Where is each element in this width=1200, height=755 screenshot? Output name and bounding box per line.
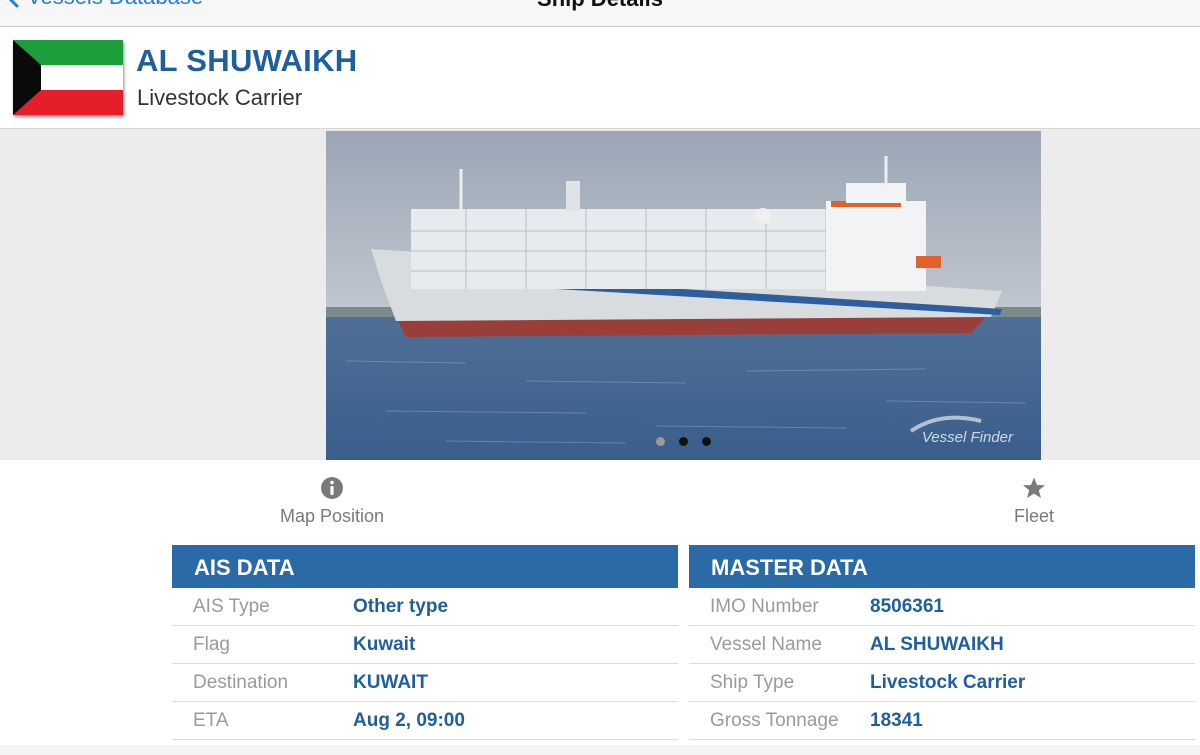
vessel-type: Livestock Carrier — [137, 85, 303, 110]
map-position-label: Map Position — [279, 506, 385, 526]
row-value: Livestock Carrier — [870, 672, 1026, 693]
fleet-label: Fleet — [1013, 506, 1055, 526]
kuwait-flag-icon — [13, 40, 123, 115]
master-data-title: MASTER DATA — [689, 545, 1195, 588]
table-row: AIS Type Other type — [172, 588, 678, 626]
bottom-edge — [0, 745, 1200, 755]
table-row: Flag Kuwait — [172, 626, 678, 664]
table-row: Ship Type Livestock Carrier — [689, 664, 1195, 702]
table-row: Vessel Name AL SHUWAIKH — [689, 626, 1195, 664]
page-dot[interactable] — [702, 437, 711, 446]
row-label: Gross Tonnage — [710, 710, 839, 731]
row-label: IMO Number — [710, 596, 819, 617]
ais-data-panel: AIS DATA AIS Type Other type Flag Kuwait… — [172, 545, 678, 740]
page-title: Ship Details — [0, 0, 1200, 12]
info-circle-icon — [321, 477, 343, 499]
table-row: Gross Tonnage 18341 — [689, 702, 1195, 740]
ais-data-title: AIS DATA — [172, 545, 678, 588]
page-indicator[interactable] — [326, 437, 1041, 446]
table-row: ETA Aug 2, 09:00 — [172, 702, 678, 740]
page-dot[interactable] — [656, 437, 665, 446]
vessel-photo[interactable]: Vessel Finder — [326, 131, 1041, 460]
row-value: 18341 — [870, 710, 923, 731]
row-value: KUWAIT — [353, 672, 428, 693]
vessel-name: AL SHUWAIKH — [136, 43, 358, 78]
fleet-button[interactable]: Fleet — [994, 476, 1074, 527]
table-row: IMO Number 8506361 — [689, 588, 1195, 626]
row-label: AIS Type — [193, 596, 270, 617]
vessel-header: AL SHUWAIKH Livestock Carrier — [0, 27, 1200, 129]
table-row: Destination KUWAIT — [172, 664, 678, 702]
map-position-button[interactable]: Map Position — [262, 476, 402, 527]
row-label: Vessel Name — [710, 634, 822, 655]
navigation-bar: Vessels Database Ship Details — [0, 0, 1200, 27]
row-value: Kuwait — [353, 634, 416, 655]
row-value: AL SHUWAIKH — [870, 634, 1004, 655]
row-label: ETA — [193, 710, 229, 731]
page-dot[interactable] — [679, 437, 688, 446]
ship-photo-image — [326, 131, 1041, 460]
photo-gallery: Vessel Finder — [0, 129, 1200, 460]
row-value: Other type — [353, 596, 449, 617]
row-label: Flag — [193, 634, 230, 655]
row-label: Destination — [193, 672, 289, 693]
row-value: 8506361 — [870, 596, 944, 617]
row-value: Aug 2, 09:00 — [353, 710, 465, 731]
star-icon — [1023, 477, 1045, 498]
row-label: Ship Type — [710, 672, 795, 693]
master-data-panel: MASTER DATA IMO Number 8506361 Vessel Na… — [689, 545, 1195, 740]
